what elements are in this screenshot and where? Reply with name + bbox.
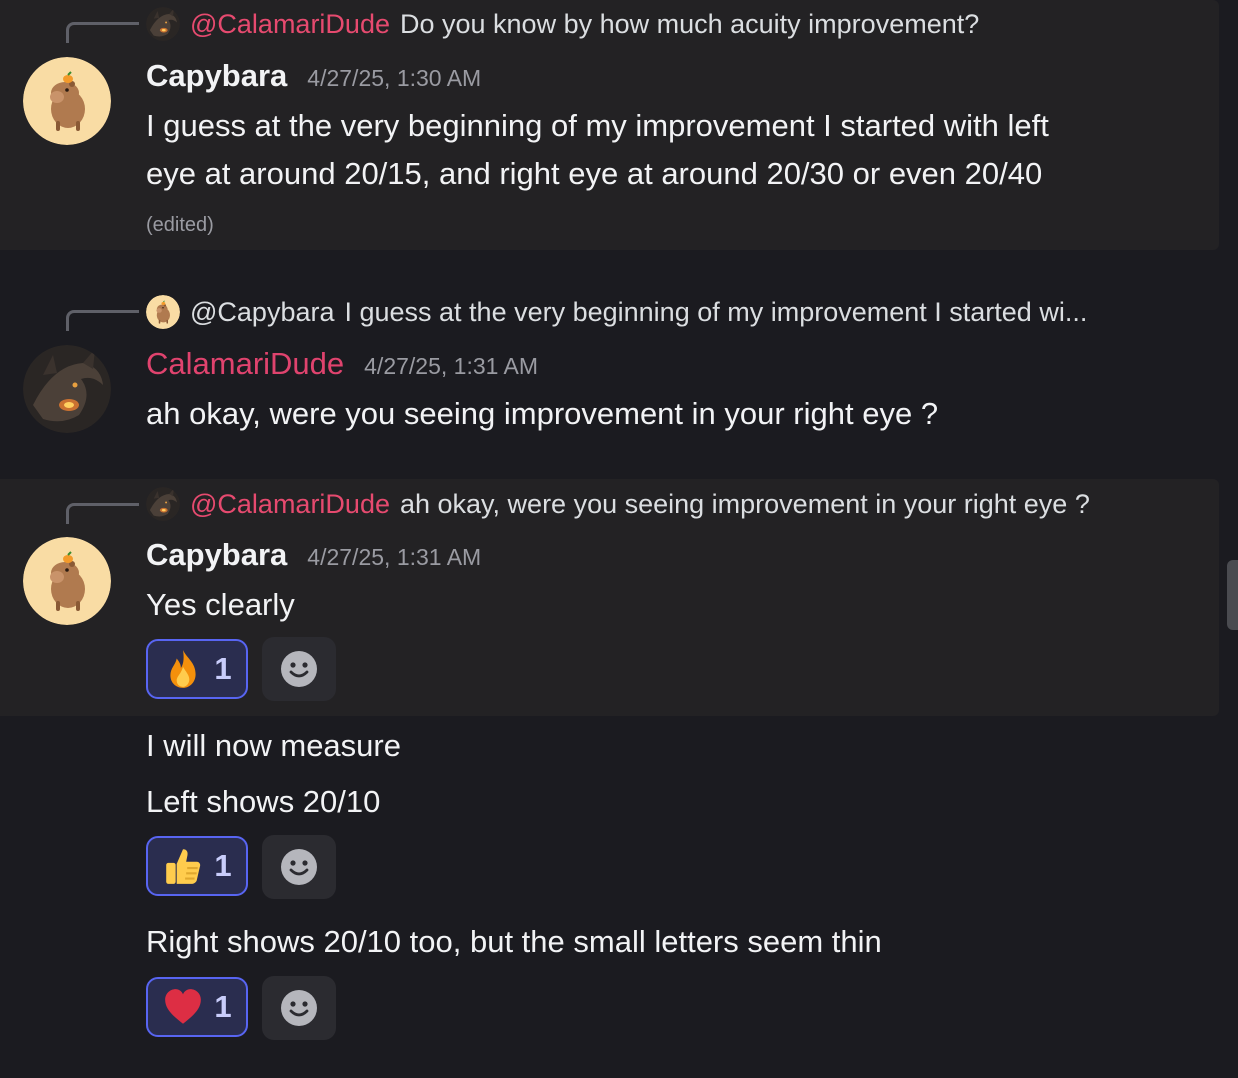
- reaction-fire[interactable]: 1: [146, 639, 248, 699]
- message-3: @CalamariDude ah okay, were you seeing i…: [0, 479, 1219, 716]
- reply-mention[interactable]: @CalamariDude: [190, 9, 390, 40]
- reply-connector: [66, 310, 139, 331]
- dragon-avatar: [146, 487, 180, 521]
- reply-connector: [66, 22, 139, 43]
- reply-text: Do you know by how much acuity improveme…: [399, 8, 980, 39]
- smiley-icon: [281, 651, 317, 687]
- add-reaction-button[interactable]: [262, 835, 336, 899]
- message-text-line: Right shows 20/10 too, but the small let…: [146, 924, 882, 959]
- reaction-count: 1: [214, 651, 232, 686]
- message-text-line: Left shows 20/10: [146, 784, 381, 819]
- username[interactable]: Capybara: [146, 58, 287, 94]
- smiley-icon: [281, 849, 317, 885]
- message-text-line: eye at around 20/15, and right eye at ar…: [146, 156, 1043, 191]
- username[interactable]: CalamariDude: [146, 346, 344, 382]
- message-text-line: I will now measure: [146, 728, 401, 763]
- reaction-thumbs-up[interactable]: 1: [146, 836, 248, 896]
- capybara-avatar: [146, 295, 180, 329]
- reply-mention[interactable]: @Capybara: [190, 297, 334, 328]
- reaction-count: 1: [214, 989, 232, 1024]
- reply-preview[interactable]: @CalamariDude ah okay, were you seeing i…: [146, 486, 1090, 522]
- message-2: @Capybara I guess at the very beginning …: [0, 250, 1219, 478]
- capybara-avatar[interactable]: [23, 57, 111, 145]
- scrollbar-thumb[interactable]: [1227, 560, 1238, 630]
- edited-label: (edited): [146, 214, 214, 236]
- capybara-avatar[interactable]: [23, 537, 111, 625]
- dragon-avatar: [146, 7, 180, 41]
- reply-connector: [66, 503, 139, 524]
- add-reaction-button[interactable]: [262, 976, 336, 1040]
- timestamp: 4/27/25, 1:31 AM: [307, 544, 482, 570]
- message-header: CalamariDude 4/27/25, 1:31 AM: [146, 346, 538, 386]
- reaction-heart[interactable]: 1: [146, 977, 248, 1037]
- heart-icon: [165, 989, 202, 1024]
- message-text-line: I guess at the very beginning of my impr…: [146, 108, 1049, 143]
- add-reaction-button[interactable]: [262, 637, 336, 701]
- message-header: Capybara 4/27/25, 1:30 AM: [146, 58, 481, 98]
- smiley-icon: [281, 990, 317, 1026]
- thumbs-up-icon: [166, 849, 201, 884]
- message-text-line: ah okay, were you seeing improvement in …: [146, 396, 939, 431]
- fire-icon: [170, 650, 196, 688]
- timestamp: 4/27/25, 1:31 AM: [364, 353, 539, 379]
- dragon-avatar[interactable]: [23, 345, 111, 433]
- username[interactable]: Capybara: [146, 537, 287, 573]
- timestamp: 4/27/25, 1:30 AM: [307, 65, 482, 91]
- message-header: Capybara 4/27/25, 1:31 AM: [146, 537, 481, 577]
- reply-preview[interactable]: @CalamariDude Do you know by how much ac…: [146, 6, 979, 42]
- reply-preview[interactable]: @Capybara I guess at the very beginning …: [146, 294, 1087, 330]
- reply-mention[interactable]: @CalamariDude: [190, 489, 390, 520]
- message-text-line: Yes clearly: [146, 587, 295, 622]
- reply-text: I guess at the very beginning of my impr…: [344, 296, 1088, 327]
- reply-text: ah okay, were you seeing improvement in …: [399, 488, 1090, 519]
- reaction-count: 1: [214, 848, 232, 883]
- message-1: @CalamariDude Do you know by how much ac…: [0, 0, 1219, 250]
